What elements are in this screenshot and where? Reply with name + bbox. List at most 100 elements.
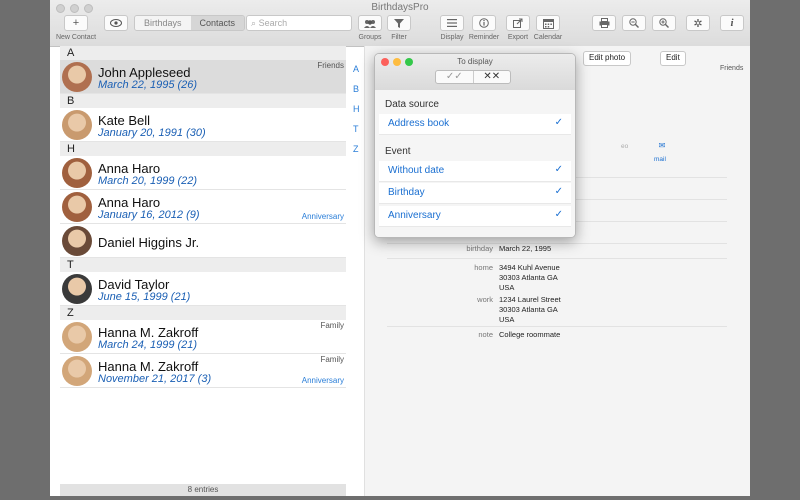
- zoom-in-icon: [659, 18, 669, 28]
- contact-group: Family: [320, 355, 344, 364]
- avatar: [62, 274, 92, 304]
- field-label-birthday: birthday: [466, 244, 493, 253]
- section-header: Z: [60, 306, 346, 320]
- index-letter[interactable]: B: [353, 84, 359, 94]
- field-label-note: note: [478, 330, 493, 339]
- contact-name: Anna Haro: [98, 161, 161, 176]
- status-bar: 8 entries: [60, 484, 346, 496]
- plus-icon: +: [72, 17, 80, 29]
- field-value-home-line2: 30303 Atlanta GA: [499, 273, 558, 282]
- avatar: [62, 356, 92, 386]
- avatar: [62, 192, 92, 222]
- option-label: Without date: [388, 165, 445, 176]
- new-contact-button[interactable]: +: [64, 15, 88, 31]
- filter-button[interactable]: [387, 15, 411, 31]
- tab-contacts[interactable]: Contacts: [190, 16, 245, 30]
- section-header: A: [60, 46, 346, 60]
- new-contact-label: New Contact: [55, 34, 97, 41]
- contact-date: June 15, 1999 (21): [98, 291, 191, 303]
- popup-title: To display: [457, 57, 493, 66]
- contact-row[interactable]: Kate Bell January 20, 1991 (30): [60, 108, 346, 142]
- calendar-label: Calendar: [533, 34, 563, 41]
- index-letter[interactable]: H: [353, 104, 360, 114]
- contact-event-type: Anniversary: [301, 212, 344, 221]
- contact-date: January 20, 1991 (30): [98, 127, 206, 139]
- avatar: [62, 322, 92, 352]
- field-value-note: College roommate: [499, 330, 561, 339]
- toolbar: BirthdaysPro + New Contact Birthdays Con…: [50, 0, 750, 47]
- option-address-book[interactable]: Address book ✓: [379, 114, 571, 135]
- data-source-header: Data source: [385, 99, 439, 110]
- avatar: [62, 62, 92, 92]
- contact-name: Hanna M. Zakroff: [98, 359, 199, 374]
- check-all-button[interactable]: ✓✓: [436, 71, 474, 83]
- edit-photo-button[interactable]: Edit photo: [583, 51, 632, 66]
- reminder-button[interactable]: [472, 15, 496, 31]
- option-label: Anniversary: [388, 210, 441, 221]
- search-placeholder: Search: [258, 18, 288, 28]
- uncheck-all-button[interactable]: ✕✕: [474, 71, 511, 83]
- zoom-out-button[interactable]: [622, 15, 646, 31]
- detail-group-label: Friends: [720, 65, 744, 72]
- preview-button[interactable]: [104, 15, 128, 31]
- mail-icon[interactable]: ✉: [655, 141, 669, 150]
- contact-row[interactable]: Anna Haro January 16, 2012 (9) Anniversary: [60, 190, 346, 224]
- contact-row[interactable]: John Appleseed March 22, 1995 (26) Friends: [60, 60, 346, 94]
- video-action-label[interactable]: eo: [621, 143, 628, 150]
- popup-body: Data source Address book ✓ Event Without…: [375, 90, 575, 237]
- field-value-work-line3: USA: [499, 315, 515, 324]
- option-birthday[interactable]: Birthday ✓: [379, 183, 571, 204]
- index-letter[interactable]: Z: [353, 144, 359, 154]
- mail-action-label[interactable]: mail: [654, 156, 666, 163]
- info-button[interactable]: i: [720, 15, 744, 31]
- contact-list: A John Appleseed March 22, 1995 (26) Friend…: [60, 46, 346, 486]
- filter-icon: [394, 18, 404, 28]
- calendar-icon: [542, 18, 554, 29]
- option-label: Address book: [388, 118, 450, 129]
- contact-date: January 16, 2012 (9): [98, 209, 200, 221]
- print-button[interactable]: [592, 15, 616, 31]
- settings-button[interactable]: ✲: [686, 15, 710, 31]
- contact-name: John Appleseed: [98, 65, 191, 80]
- field-value-work-line2: 30303 Atlanta GA: [499, 305, 558, 314]
- contact-row[interactable]: Hanna M. Zakroff March 24, 1999 (21) Famil…: [60, 320, 346, 354]
- contact-row[interactable]: Hanna M. Zakroff November 21, 2017 (3) Fam…: [60, 354, 346, 388]
- display-label: Display: [440, 34, 464, 41]
- printer-icon: [599, 18, 609, 28]
- field-label-work: work: [477, 295, 493, 304]
- section-header: H: [60, 142, 346, 156]
- view-segmented-control: Birthdays Contacts: [134, 15, 246, 31]
- option-label: Birthday: [388, 187, 425, 198]
- contact-date: March 22, 1995 (26): [98, 79, 198, 91]
- section-header: B: [60, 94, 346, 108]
- event-header: Event: [385, 146, 411, 157]
- popup-titlebar: To display ✓✓ ✕✕: [375, 54, 575, 91]
- search-input[interactable]: ⌕ Search: [246, 15, 352, 31]
- gear-icon: ✲: [693, 17, 703, 30]
- field-value-home-line3: USA: [499, 283, 515, 292]
- contact-row[interactable]: David Taylor June 15, 1999 (21): [60, 272, 346, 306]
- eye-icon: [110, 19, 122, 27]
- tab-birthdays[interactable]: Birthdays: [135, 16, 191, 30]
- export-button[interactable]: [506, 15, 530, 31]
- info-circle-icon: [479, 18, 489, 28]
- zoom-in-button[interactable]: [652, 15, 676, 31]
- display-button[interactable]: [440, 15, 464, 31]
- index-letter[interactable]: A: [353, 64, 359, 74]
- calendar-button[interactable]: [536, 15, 560, 31]
- contact-row[interactable]: Daniel Higgins Jr.: [60, 224, 346, 258]
- contact-name: Daniel Higgins Jr.: [98, 235, 200, 250]
- index-letter[interactable]: T: [353, 124, 359, 134]
- popup-check-control: ✓✓ ✕✕: [435, 70, 511, 84]
- option-anniversary[interactable]: Anniversary ✓: [379, 206, 571, 227]
- option-without-date[interactable]: Without date ✓: [379, 161, 571, 182]
- search-icon: ⌕: [251, 18, 257, 28]
- section-header: T: [60, 258, 346, 272]
- field-value-work-line1: 1234 Laurel Street: [499, 295, 561, 304]
- contact-row[interactable]: Anna Haro March 20, 1999 (22): [60, 156, 346, 190]
- edit-button[interactable]: Edit: [660, 51, 686, 66]
- groups-button[interactable]: [358, 15, 382, 31]
- reminder-label: Reminder: [468, 34, 500, 41]
- contact-event-type: Anniversary: [301, 376, 344, 385]
- contact-group: Family: [320, 321, 344, 330]
